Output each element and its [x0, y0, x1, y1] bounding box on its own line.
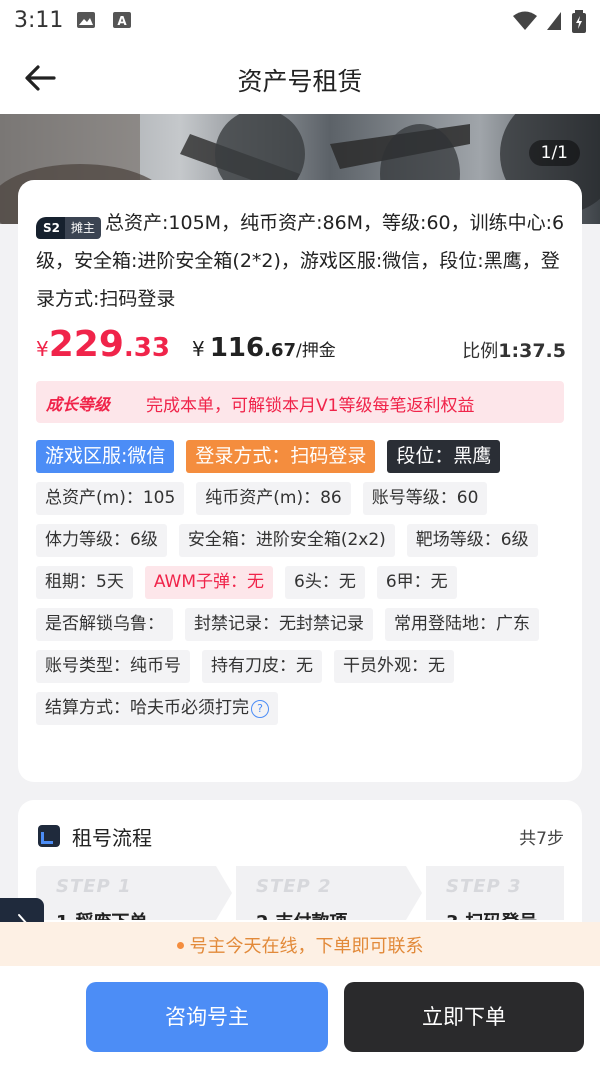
attribute-tag-text: AWM子弹：无: [153, 572, 265, 592]
attribute-tag: 账号类型：纯币号: [36, 650, 190, 683]
attribute-tag-text: 持有刀皮：无: [211, 656, 313, 676]
price-currency: ¥: [36, 337, 49, 361]
svg-text:A: A: [117, 14, 127, 28]
step-chevron-icon: [396, 866, 422, 920]
gallery-icon: [77, 12, 95, 28]
rental-price: ¥229.33: [36, 324, 170, 365]
attribute-tag: 安全箱：进阶安全箱(2x2): [178, 524, 395, 557]
signal-icon: [547, 12, 561, 30]
attribute-tag-text: 游戏区服:微信: [45, 445, 166, 467]
attribute-tag-text: 段位：黑鹰: [396, 445, 492, 467]
attribute-tag: 纯币资产(m)：86: [196, 482, 351, 515]
font-app-icon: A: [113, 12, 131, 28]
attribute-tag: 干员外观：无: [334, 650, 454, 683]
attribute-tag: 常用登陆地：广东: [385, 608, 539, 641]
price-row: ¥229.33 ¥ 116.67/押金 比例1:37.5: [36, 323, 566, 367]
deposit-price: ¥ 116.67/押金: [192, 333, 336, 363]
bottom-action-bar: 咨询号主 立即下单: [0, 966, 600, 1066]
attribute-tag: 租期：5天: [36, 566, 133, 599]
step-label: STEP 1: [56, 876, 132, 897]
attribute-tag-text: 是否解锁乌鲁：: [45, 614, 164, 634]
attribute-tag: 结算方式：哈夫币必须打完?: [36, 692, 278, 725]
attribute-tag-text: 总资产(m)：105: [45, 488, 176, 508]
attribute-tags: 游戏区服:微信 登录方式：扫码登录 段位：黑鹰总资产(m)：105 纯币资产(m)：8…: [36, 440, 564, 734]
attribute-tag: AWM子弹：无: [144, 566, 274, 599]
seller-badge: S2 摊主: [36, 217, 102, 239]
season-badge: S2: [36, 217, 65, 239]
growth-level-tag: 成长等级: [46, 395, 111, 414]
deposit-decimal: .67: [264, 340, 296, 361]
attribute-tag-text: 靶场等级：6级: [415, 530, 529, 550]
process-step-count[interactable]: 共7步: [519, 824, 564, 849]
step-item: STEP 2 2.支付款项: [236, 866, 396, 920]
attribute-tag: 总资产(m)：105: [36, 482, 185, 515]
attribute-tag-text: 登录方式：扫码登录: [195, 445, 367, 467]
price-integer: 229: [48, 324, 124, 365]
attribute-tag-text: 账号等级：60: [371, 488, 479, 508]
attribute-tag: 登录方式：扫码登录: [186, 440, 376, 473]
process-title: 租号流程: [72, 826, 152, 850]
deposit-integer: 116: [209, 333, 265, 363]
growth-banner[interactable]: 成长等级 完成本单，可解锁本月V1等级每笔返利权益: [36, 381, 564, 423]
attribute-tag: 是否解锁乌鲁：: [36, 608, 173, 641]
attribute-tag-text: 纯币资产(m)：86: [205, 488, 342, 508]
attribute-tag-text: 体力等级：6级: [45, 530, 158, 550]
page-title: 资产号租赁: [237, 67, 363, 96]
navbar: 资产号租赁: [0, 42, 600, 114]
battery-icon: [572, 10, 586, 33]
attribute-tag: 账号等级：60: [362, 482, 488, 515]
listing-card: S2 摊主 总资产:105M，纯币资产:86M，等级:60，训练中心:6级，安全箱…: [18, 180, 582, 782]
step-name: 1.稻废下单: [56, 908, 147, 920]
process-icon: [38, 825, 60, 847]
help-icon[interactable]: ?: [251, 700, 269, 718]
notice-text: 号主今天在线，下单即可联系: [0, 932, 600, 958]
status-bar: 3:11 A: [0, 0, 600, 42]
ratio-label: 比例: [462, 341, 499, 362]
step-chevron-icon: [206, 866, 232, 920]
step-label: STEP 3: [446, 876, 522, 897]
attribute-tag-text: 干员外观：无: [343, 656, 445, 676]
attribute-tag-text: 结算方式：哈夫币必须打完: [45, 698, 249, 718]
step-name: 3.扫码登号: [446, 908, 537, 920]
consult-owner-button[interactable]: 咨询号主: [86, 982, 328, 1052]
online-notice: 号主今天在线，下单即可联系: [0, 922, 600, 966]
step-item: STEP 1 1.稻废下单: [36, 866, 206, 920]
order-now-button[interactable]: 立即下单: [344, 982, 584, 1052]
attribute-tag: 6头：无: [285, 566, 365, 599]
notice-dot-icon: [176, 942, 184, 949]
deposit-label: /押金: [296, 341, 336, 361]
attribute-tag-text: 6甲：无: [385, 572, 448, 592]
process-steps[interactable]: STEP 1 1.稻废下单 STEP 2 2.支付款项 STEP 3 3.扫码登…: [36, 866, 564, 920]
attribute-tag-text: 常用登陆地：广东: [394, 614, 530, 634]
growth-text: 完成本单，可解锁本月V1等级每笔返利权益: [146, 396, 475, 416]
listing-title-text: 总资产:105M，纯币资产:86M，等级:60，训练中心:6级，安全箱:进阶安全…: [36, 212, 565, 310]
attribute-tag-text: 安全箱：进阶安全箱(2x2): [187, 530, 386, 550]
attribute-tag: 靶场等级：6级: [406, 524, 538, 557]
ratio: 比例1:37.5: [462, 337, 566, 363]
step-name: 2.支付款项: [256, 908, 347, 920]
step-item: STEP 3 3.扫码登号: [426, 866, 564, 920]
listing-title: S2 摊主 总资产:105M，纯币资产:86M，等级:60，训练中心:6级，安全箱…: [36, 204, 566, 318]
attribute-tag-text: 租期：5天: [45, 572, 124, 592]
attribute-tag: 6甲：无: [376, 566, 457, 599]
attribute-tag: 段位：黑鹰: [387, 440, 501, 473]
attribute-tag-text: 6头：无: [294, 572, 356, 592]
notice-label: 号主今天在线，下单即可联系: [189, 936, 424, 957]
attribute-tag: 游戏区服:微信: [36, 440, 175, 473]
price-decimal: .33: [123, 333, 170, 363]
ratio-value: 1:37.5: [498, 340, 566, 362]
role-badge: 摊主: [65, 217, 102, 239]
deposit-currency: ¥: [192, 337, 205, 361]
page-indicator: 1/1: [528, 140, 580, 166]
step-label: STEP 2: [256, 876, 332, 897]
attribute-tag: 持有刀皮：无: [202, 650, 322, 683]
wifi-icon: [513, 11, 537, 30]
attribute-tag: 封禁记录：无封禁记录: [185, 608, 373, 641]
status-time: 3:11: [14, 8, 64, 33]
attribute-tag: 体力等级：6级: [36, 524, 167, 557]
attribute-tag-text: 封禁记录：无封禁记录: [194, 614, 364, 634]
attribute-tag-text: 账号类型：纯币号: [45, 656, 181, 676]
